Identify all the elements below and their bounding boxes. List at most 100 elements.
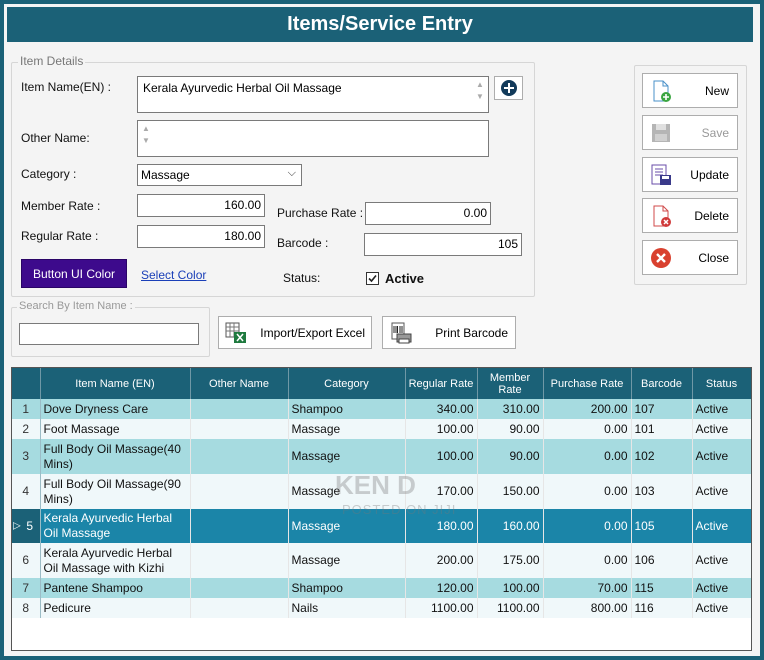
cell-purchase-rate[interactable]: 0.00: [543, 509, 632, 543]
cell-category[interactable]: Shampoo: [288, 578, 406, 598]
close-button[interactable]: Close: [642, 240, 738, 275]
delete-button[interactable]: Delete: [642, 198, 738, 233]
cell-item-name[interactable]: Full Body Oil Massage(40 Mins): [40, 439, 191, 474]
row-header[interactable]: 8: [12, 598, 41, 618]
cell-barcode[interactable]: 103: [631, 474, 693, 509]
cell-other-name[interactable]: [190, 419, 289, 439]
item-name-field[interactable]: Kerala Ayurvedic Herbal Oil Massage ▲ ▼: [137, 76, 489, 113]
column-header-member-rate[interactable]: Member Rate: [477, 368, 544, 399]
cell-barcode[interactable]: 107: [631, 399, 693, 419]
table-row[interactable]: 8 Pedicure Nails 1100.00 1100.00 800.00 116 Act…: [12, 598, 751, 618]
cell-member-rate[interactable]: 160.00: [477, 509, 544, 543]
column-header-barcode[interactable]: Barcode: [631, 368, 693, 399]
cell-purchase-rate[interactable]: 0.00: [543, 419, 632, 439]
add-item-name-button[interactable]: [494, 76, 523, 100]
cell-status[interactable]: Active: [692, 439, 751, 474]
print-barcode-button[interactable]: Print Barcode: [382, 316, 516, 349]
cell-purchase-rate[interactable]: 70.00: [543, 578, 632, 598]
table-row[interactable]: ▷ 5 Kerala Ayurvedic Herbal Oil Massage Mas…: [12, 509, 751, 543]
cell-status[interactable]: Active: [692, 598, 751, 618]
category-select[interactable]: Massage ⌵: [137, 164, 302, 186]
cell-barcode[interactable]: 101: [631, 419, 693, 439]
cell-category[interactable]: Nails: [288, 598, 406, 618]
row-header[interactable]: 3: [12, 439, 41, 474]
import-export-excel-button[interactable]: Import/Export Excel: [218, 316, 372, 349]
row-header[interactable]: 4: [12, 474, 41, 509]
cell-regular-rate[interactable]: 100.00: [405, 419, 478, 439]
cell-barcode[interactable]: 102: [631, 439, 693, 474]
cell-barcode[interactable]: 106: [631, 543, 693, 578]
cell-member-rate[interactable]: 175.00: [477, 543, 544, 578]
cell-purchase-rate[interactable]: 800.00: [543, 598, 632, 618]
cell-member-rate[interactable]: 100.00: [477, 578, 544, 598]
column-header-regular-rate[interactable]: Regular Rate: [405, 368, 478, 399]
cell-other-name[interactable]: [190, 474, 289, 509]
purchase-rate-input[interactable]: 0.00: [365, 202, 491, 225]
cell-item-name[interactable]: Kerala Ayurvedic Herbal Oil Massage: [40, 509, 191, 543]
cell-status[interactable]: Active: [692, 419, 751, 439]
cell-category[interactable]: Massage: [288, 474, 406, 509]
column-header-category[interactable]: Category: [288, 368, 406, 399]
cell-status[interactable]: Active: [692, 509, 751, 543]
table-row[interactable]: 6 Kerala Ayurvedic Herbal Oil Massage wit…: [12, 543, 751, 578]
other-name-field[interactable]: ▲ ▼: [137, 120, 489, 157]
cell-item-name[interactable]: Pedicure: [40, 598, 191, 618]
cell-item-name[interactable]: Pantene Shampoo: [40, 578, 191, 598]
cell-regular-rate[interactable]: 1100.00: [405, 598, 478, 618]
cell-barcode[interactable]: 116: [631, 598, 693, 618]
cell-purchase-rate[interactable]: 0.00: [543, 543, 632, 578]
table-row[interactable]: 3 Full Body Oil Massage(40 Mins) Massage 10…: [12, 439, 751, 474]
cell-regular-rate[interactable]: 340.00: [405, 399, 478, 419]
table-row[interactable]: 4 Full Body Oil Massage(90 Mins) Massage 17…: [12, 474, 751, 509]
column-header-other-name[interactable]: Other Name: [190, 368, 289, 399]
cell-other-name[interactable]: [190, 509, 289, 543]
table-row[interactable]: 7 Pantene Shampoo Shampoo 120.00 100.00 70.00…: [12, 578, 751, 598]
cell-member-rate[interactable]: 90.00: [477, 419, 544, 439]
cell-regular-rate[interactable]: 200.00: [405, 543, 478, 578]
member-rate-input[interactable]: 160.00: [137, 194, 265, 217]
cell-member-rate[interactable]: 310.00: [477, 399, 544, 419]
regular-rate-input[interactable]: 180.00: [137, 225, 265, 248]
cell-status[interactable]: Active: [692, 474, 751, 509]
other-name-scrollbar[interactable]: ▲ ▼: [140, 123, 152, 154]
table-row[interactable]: 1 Dove Dryness Care Shampoo 340.00 310.00 200…: [12, 399, 751, 419]
barcode-input[interactable]: 105: [364, 233, 522, 256]
cell-status[interactable]: Active: [692, 399, 751, 419]
cell-category[interactable]: Massage: [288, 509, 406, 543]
cell-category[interactable]: Massage: [288, 419, 406, 439]
item-name-scrollbar[interactable]: ▲ ▼: [474, 79, 486, 110]
row-header[interactable]: 7: [12, 578, 41, 598]
status-checkbox[interactable]: [366, 272, 379, 285]
cell-category[interactable]: Shampoo: [288, 399, 406, 419]
cell-item-name[interactable]: Kerala Ayurvedic Herbal Oil Massage with…: [40, 543, 191, 578]
new-button[interactable]: New: [642, 73, 738, 108]
column-header-status[interactable]: Status: [692, 368, 751, 399]
column-header-item-name[interactable]: Item Name (EN): [40, 368, 191, 399]
cell-other-name[interactable]: [190, 578, 289, 598]
table-row[interactable]: 2 Foot Massage Massage 100.00 90.00 0.00 101 Ac…: [12, 419, 751, 439]
row-header[interactable]: 6: [12, 543, 41, 578]
cell-regular-rate[interactable]: 180.00: [405, 509, 478, 543]
cell-regular-rate[interactable]: 100.00: [405, 439, 478, 474]
cell-item-name[interactable]: Full Body Oil Massage(90 Mins): [40, 474, 191, 509]
cell-item-name[interactable]: Foot Massage: [40, 419, 191, 439]
cell-purchase-rate[interactable]: 0.00: [543, 474, 632, 509]
cell-purchase-rate[interactable]: 200.00: [543, 399, 632, 419]
search-input[interactable]: [19, 323, 199, 345]
row-header[interactable]: 2: [12, 419, 41, 439]
cell-other-name[interactable]: [190, 439, 289, 474]
row-header[interactable]: 1: [12, 399, 41, 419]
button-ui-color-button[interactable]: Button UI Color: [21, 259, 127, 288]
cell-other-name[interactable]: [190, 399, 289, 419]
items-grid[interactable]: Item Name (EN) Other Name Category Regul…: [11, 367, 752, 651]
cell-member-rate[interactable]: 90.00: [477, 439, 544, 474]
cell-status[interactable]: Active: [692, 578, 751, 598]
cell-regular-rate[interactable]: 170.00: [405, 474, 478, 509]
cell-item-name[interactable]: Dove Dryness Care: [40, 399, 191, 419]
cell-other-name[interactable]: [190, 543, 289, 578]
cell-purchase-rate[interactable]: 0.00: [543, 439, 632, 474]
select-color-link[interactable]: Select Color: [141, 268, 206, 282]
cell-member-rate[interactable]: 1100.00: [477, 598, 544, 618]
cell-barcode[interactable]: 115: [631, 578, 693, 598]
cell-regular-rate[interactable]: 120.00: [405, 578, 478, 598]
